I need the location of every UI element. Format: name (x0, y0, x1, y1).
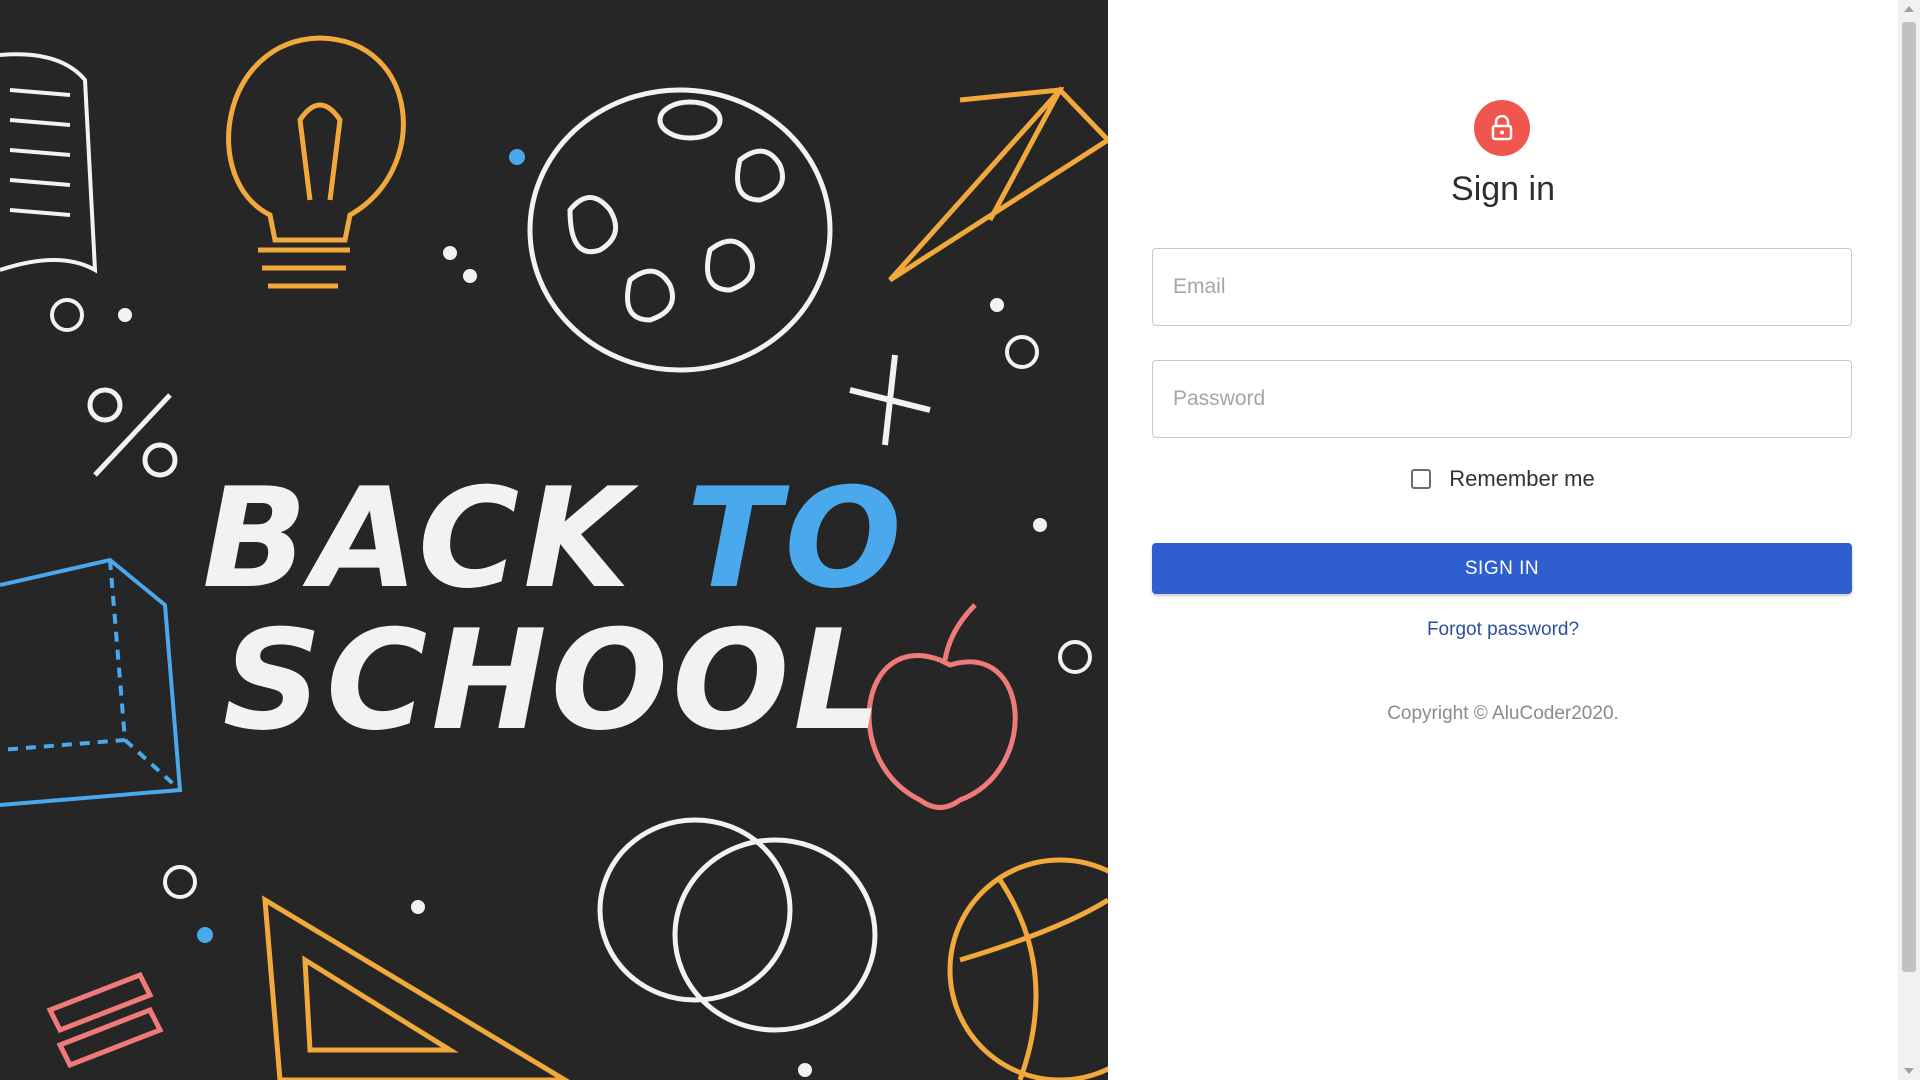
vertical-scrollbar[interactable] (1898, 0, 1920, 1080)
set-square-icon (262, 895, 570, 1080)
scroll-down-arrow-icon[interactable] (1904, 1068, 1914, 1074)
hero-illustration-panel: BACK TO SCHOOL (0, 0, 1108, 1080)
lightbulb-icon (226, 35, 406, 289)
lock-avatar (1474, 100, 1530, 156)
hero-title-to: TO (686, 458, 906, 619)
plus-icon (849, 354, 931, 446)
sign-in-button[interactable]: SIGN IN (1152, 543, 1852, 594)
speech-bubbles-icon (597, 817, 878, 1033)
scroll-up-arrow-icon[interactable] (1904, 6, 1914, 12)
hero-title-line2: SCHOOL (222, 600, 886, 761)
password-input[interactable] (1153, 361, 1851, 437)
scrollbar-thumb[interactable] (1902, 22, 1916, 972)
remember-me-row[interactable]: Remember me (1108, 466, 1898, 492)
remember-me-checkbox[interactable] (1411, 469, 1432, 489)
remember-me-label[interactable]: Remember me (1449, 466, 1594, 492)
email-input[interactable] (1153, 249, 1851, 325)
book-icon (0, 52, 98, 274)
basketball-icon (947, 857, 1108, 1080)
palette-icon (527, 87, 833, 373)
eraser-icon (46, 971, 164, 1069)
password-field[interactable] (1152, 360, 1852, 438)
lock-icon (1491, 115, 1513, 141)
email-field[interactable] (1152, 248, 1852, 326)
paper-plane-icon (888, 86, 1108, 283)
copyright-text: Copyright © AluCoder2020. (1387, 703, 1619, 724)
forgot-password-link[interactable]: Forgot password? (1108, 619, 1898, 641)
hero-title-line1: BACK TO (202, 458, 906, 619)
signin-panel: Sign in Remember me SIGN IN Forgot passw… (1108, 0, 1898, 1080)
page-title: Sign in (1451, 170, 1555, 208)
